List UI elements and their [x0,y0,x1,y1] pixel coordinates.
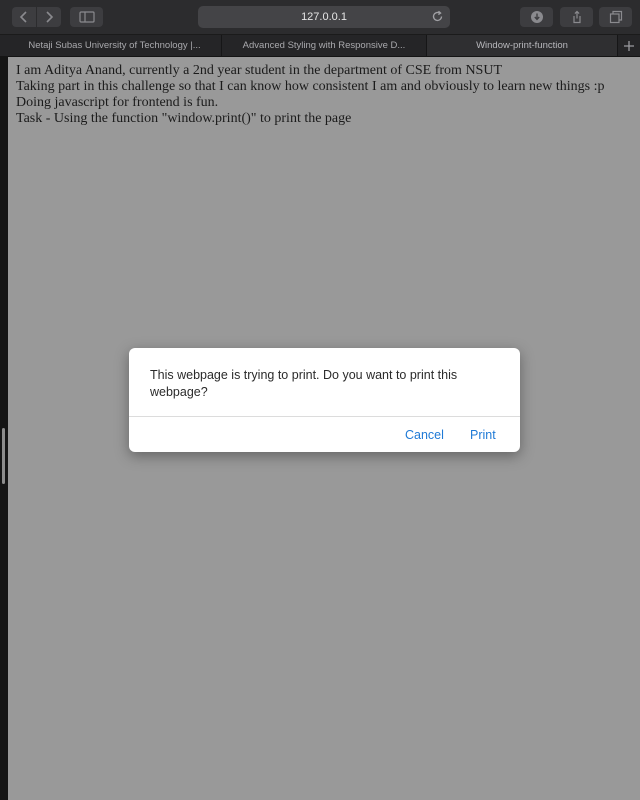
forward-icon [46,11,54,23]
reload-icon[interactable] [431,10,444,28]
intro-line: I am Aditya Anand, currently a 2nd year … [16,63,503,78]
page-content: I am Aditya Anand, currently a 2nd year … [16,63,604,127]
print-button[interactable]: Print [470,426,496,444]
task-line: Task - Using the function "window.print(… [16,111,352,126]
tab-label: Netaji Subas University of Technology |.… [28,40,201,51]
dialog-divider [129,416,520,417]
sidebar-button[interactable] [70,7,103,27]
tab-window-print[interactable]: Window-print-function [427,35,618,56]
download-icon [530,11,543,23]
tab-label: Advanced Styling with Responsive D... [242,40,406,51]
address-bar[interactable]: 127.0.0.1 [198,6,450,28]
resize-handle[interactable] [2,428,5,484]
plus-icon [624,40,634,51]
address-text: 127.0.0.1 [301,11,347,23]
window-edge [0,56,8,800]
cancel-button[interactable]: Cancel [405,426,444,444]
downloads-button[interactable] [520,7,553,27]
javascript-line: Doing javascript for frontend is fun. [16,95,219,110]
share-button[interactable] [560,7,593,27]
challenge-line: Taking part in this challenge so that I … [16,79,605,94]
print-confirm-dialog: This webpage is trying to print. Do you … [129,348,520,452]
new-tab-button[interactable] [618,35,640,56]
back-icon [19,11,27,23]
tabs-icon [609,10,622,24]
tab-nsut[interactable]: Netaji Subas University of Technology |.… [8,35,222,56]
tab-advanced-styling[interactable]: Advanced Styling with Responsive D... [222,35,427,56]
tab-label: Window-print-function [476,40,568,51]
back-button[interactable] [12,7,36,27]
show-tabs-button[interactable] [599,7,632,27]
sidebar-icon [78,11,95,23]
tab-bar: Netaji Subas University of Technology |.… [0,35,640,57]
forward-button[interactable] [37,7,61,27]
share-icon [572,10,581,24]
browser-toolbar: 127.0.0.1 [0,0,640,35]
dialog-message: This webpage is trying to print. Do you … [150,368,458,399]
